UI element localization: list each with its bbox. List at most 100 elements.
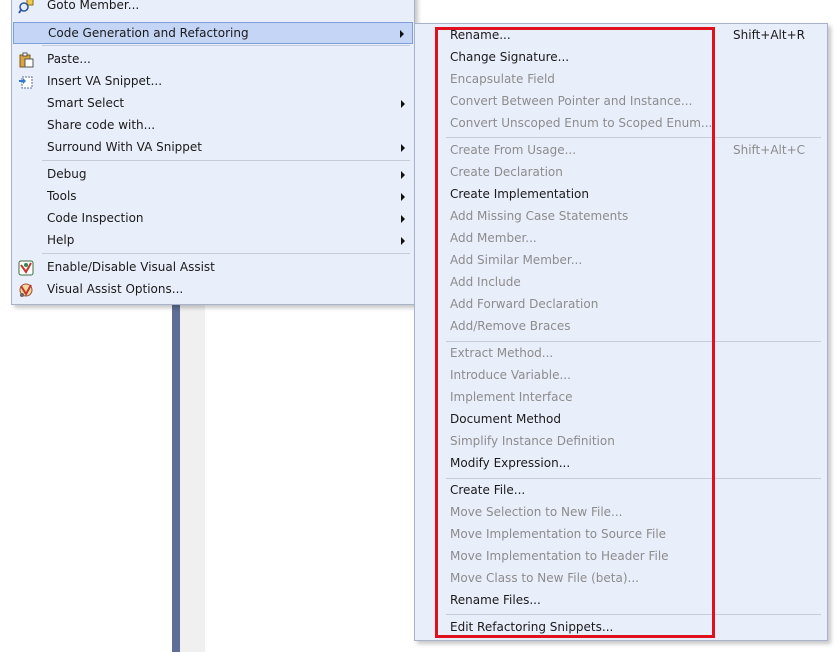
menu-separator — [446, 341, 821, 342]
menu-item-label: Move Selection to New File... — [450, 505, 623, 519]
submenu-item-add-missing-case-statements[interactable]: Add Missing Case Statements — [417, 206, 825, 228]
insert-snippet-icon — [19, 76, 33, 89]
paste-icon — [19, 52, 34, 68]
menu-item-goto-member[interactable]: Goto Member... — [13, 0, 413, 17]
menu-item-label: Tools — [47, 189, 77, 203]
submenu-item-add-remove-braces[interactable]: Add/Remove Braces — [417, 316, 825, 338]
submenu-arrow-icon — [401, 171, 405, 179]
menu-item-paste[interactable]: Paste... — [13, 49, 413, 71]
menu-item-label: Add Missing Case Statements — [450, 209, 629, 223]
submenu-item-create-implementation[interactable]: Create Implementation — [417, 184, 825, 206]
editor-gutter — [180, 300, 205, 652]
menu-item-label: Smart Select — [47, 96, 125, 110]
submenu-item-create-from-usage[interactable]: Create From Usage... Shift+Alt+C — [417, 140, 825, 162]
menu-item-label: Introduce Variable... — [450, 368, 571, 382]
menu-item-label: Goto Member... — [47, 0, 140, 12]
goto-member-icon — [18, 0, 34, 14]
shortcut-label: Shift+Alt+R — [733, 28, 805, 42]
menu-item-label: Insert VA Snippet... — [47, 74, 163, 88]
menu-item-label: Add Forward Declaration — [450, 297, 599, 311]
submenu-item-modify-expression[interactable]: Modify Expression... — [417, 453, 825, 475]
menu-separator — [446, 614, 821, 615]
menu-item-label: Modify Expression... — [450, 456, 571, 470]
menu-item-label: Paste... — [47, 52, 91, 66]
submenu-item-add-forward-declaration[interactable]: Add Forward Declaration — [417, 294, 825, 316]
menu-item-label: Extract Method... — [450, 346, 554, 360]
menu-item-label: Move Implementation to Header File — [450, 549, 669, 563]
menu-item-label: Implement Interface — [450, 390, 573, 404]
submenu-arrow-icon — [401, 193, 405, 201]
submenu-item-move-implementation-to-header[interactable]: Move Implementation to Header File — [417, 546, 825, 568]
submenu-item-create-declaration[interactable]: Create Declaration — [417, 162, 825, 184]
menu-item-tools[interactable]: Tools — [13, 186, 413, 208]
submenu-item-add-similar-member[interactable]: Add Similar Member... — [417, 250, 825, 272]
submenu-item-move-class-to-new-file[interactable]: Move Class to New File (beta)... — [417, 568, 825, 590]
menu-item-label: Enable/Disable Visual Assist — [47, 260, 215, 274]
menu-item-label: Document Method — [450, 412, 561, 426]
menu-separator — [446, 137, 821, 138]
menu-item-label: Move Implementation to Source File — [450, 527, 667, 541]
menu-item-label: Encapsulate Field — [450, 72, 555, 86]
menu-item-debug[interactable]: Debug — [13, 164, 413, 186]
menu-item-label: Code Inspection — [47, 211, 144, 225]
menu-item-code-inspection[interactable]: Code Inspection — [13, 208, 413, 230]
menu-item-label: Move Class to New File (beta)... — [450, 571, 639, 585]
refactoring-submenu: Rename... Shift+Alt+R Change Signature..… — [414, 23, 828, 641]
shortcut-label: Shift+Alt+C — [732, 143, 805, 157]
menu-item-label: Share code with... — [47, 118, 156, 132]
submenu-item-rename-files[interactable]: Rename Files... — [417, 590, 825, 612]
submenu-item-simplify-instance-definition[interactable]: Simplify Instance Definition — [417, 431, 825, 453]
submenu-arrow-icon — [401, 215, 405, 223]
menu-item-label: Create File... — [450, 483, 526, 497]
submenu-item-rename[interactable]: Rename... Shift+Alt+R — [417, 25, 825, 47]
submenu-arrow-icon — [401, 237, 405, 245]
submenu-arrow-icon — [400, 30, 404, 38]
submenu-item-create-file[interactable]: Create File... — [417, 480, 825, 502]
submenu-item-add-include[interactable]: Add Include — [417, 272, 825, 294]
menu-item-label: Simplify Instance Definition — [450, 434, 615, 448]
menu-item-label: Edit Refactoring Snippets... — [450, 620, 614, 634]
submenu-arrow-icon — [401, 100, 405, 108]
submenu-item-move-implementation-to-source[interactable]: Move Implementation to Source File — [417, 524, 825, 546]
submenu-item-implement-interface[interactable]: Implement Interface — [417, 387, 825, 409]
visual-assist-options-icon — [19, 283, 33, 297]
menu-item-label: Code Generation and Refactoring — [48, 26, 249, 40]
submenu-item-change-signature[interactable]: Change Signature... — [417, 47, 825, 69]
menu-item-label: Surround With VA Snippet — [47, 140, 203, 154]
submenu-item-extract-method[interactable]: Extract Method... — [417, 343, 825, 365]
menu-item-help[interactable]: Help — [13, 230, 413, 252]
menu-separator — [42, 45, 410, 46]
menu-item-label: Convert Unscoped Enum to Scoped Enum... — [450, 116, 713, 130]
submenu-item-introduce-variable[interactable]: Introduce Variable... — [417, 365, 825, 387]
menu-item-label: Visual Assist Options... — [47, 282, 184, 296]
menu-item-share-code-with[interactable]: Share code with... — [13, 115, 413, 137]
menu-item-label: Debug — [47, 167, 87, 181]
submenu-item-encapsulate-field[interactable]: Encapsulate Field — [417, 69, 825, 91]
menu-item-label: Create Implementation — [450, 187, 589, 201]
submenu-item-edit-refactoring-snippets[interactable]: Edit Refactoring Snippets... — [417, 617, 825, 639]
menu-item-label: Add Member... — [450, 231, 537, 245]
menu-item-label: Create Declaration — [450, 165, 563, 179]
menu-item-label: Add/Remove Braces — [450, 319, 571, 333]
menu-separator — [446, 478, 821, 479]
menu-separator — [42, 253, 410, 254]
submenu-item-convert-pointer-instance[interactable]: Convert Between Pointer and Instance... — [417, 91, 825, 113]
menu-item-code-generation-and-refactoring[interactable]: Code Generation and Refactoring — [13, 22, 413, 44]
submenu-item-move-selection-to-new-file[interactable]: Move Selection to New File... — [417, 502, 825, 524]
menu-item-insert-va-snippet[interactable]: Insert VA Snippet... — [13, 71, 413, 93]
menu-item-enable-disable-visual-assist[interactable]: Enable/Disable Visual Assist — [13, 257, 413, 279]
menu-item-label: Add Include — [450, 275, 521, 289]
menu-separator — [42, 160, 410, 161]
submenu-item-convert-unscoped-enum[interactable]: Convert Unscoped Enum to Scoped Enum... — [417, 113, 825, 135]
menu-item-label: Change Signature... — [450, 50, 570, 64]
menu-item-smart-select[interactable]: Smart Select — [13, 93, 413, 115]
menu-item-visual-assist-options[interactable]: Visual Assist Options... — [13, 279, 413, 301]
menu-item-surround-with-va-snippet[interactable]: Surround With VA Snippet — [13, 137, 413, 159]
submenu-item-document-method[interactable]: Document Method — [417, 409, 825, 431]
menu-item-label: Rename Files... — [450, 593, 541, 607]
menu-item-label: Convert Between Pointer and Instance... — [450, 94, 693, 108]
submenu-item-add-member[interactable]: Add Member... — [417, 228, 825, 250]
submenu-arrow-icon — [401, 144, 405, 152]
menu-item-label: Add Similar Member... — [450, 253, 583, 267]
visual-assist-toggle-icon — [18, 260, 34, 276]
